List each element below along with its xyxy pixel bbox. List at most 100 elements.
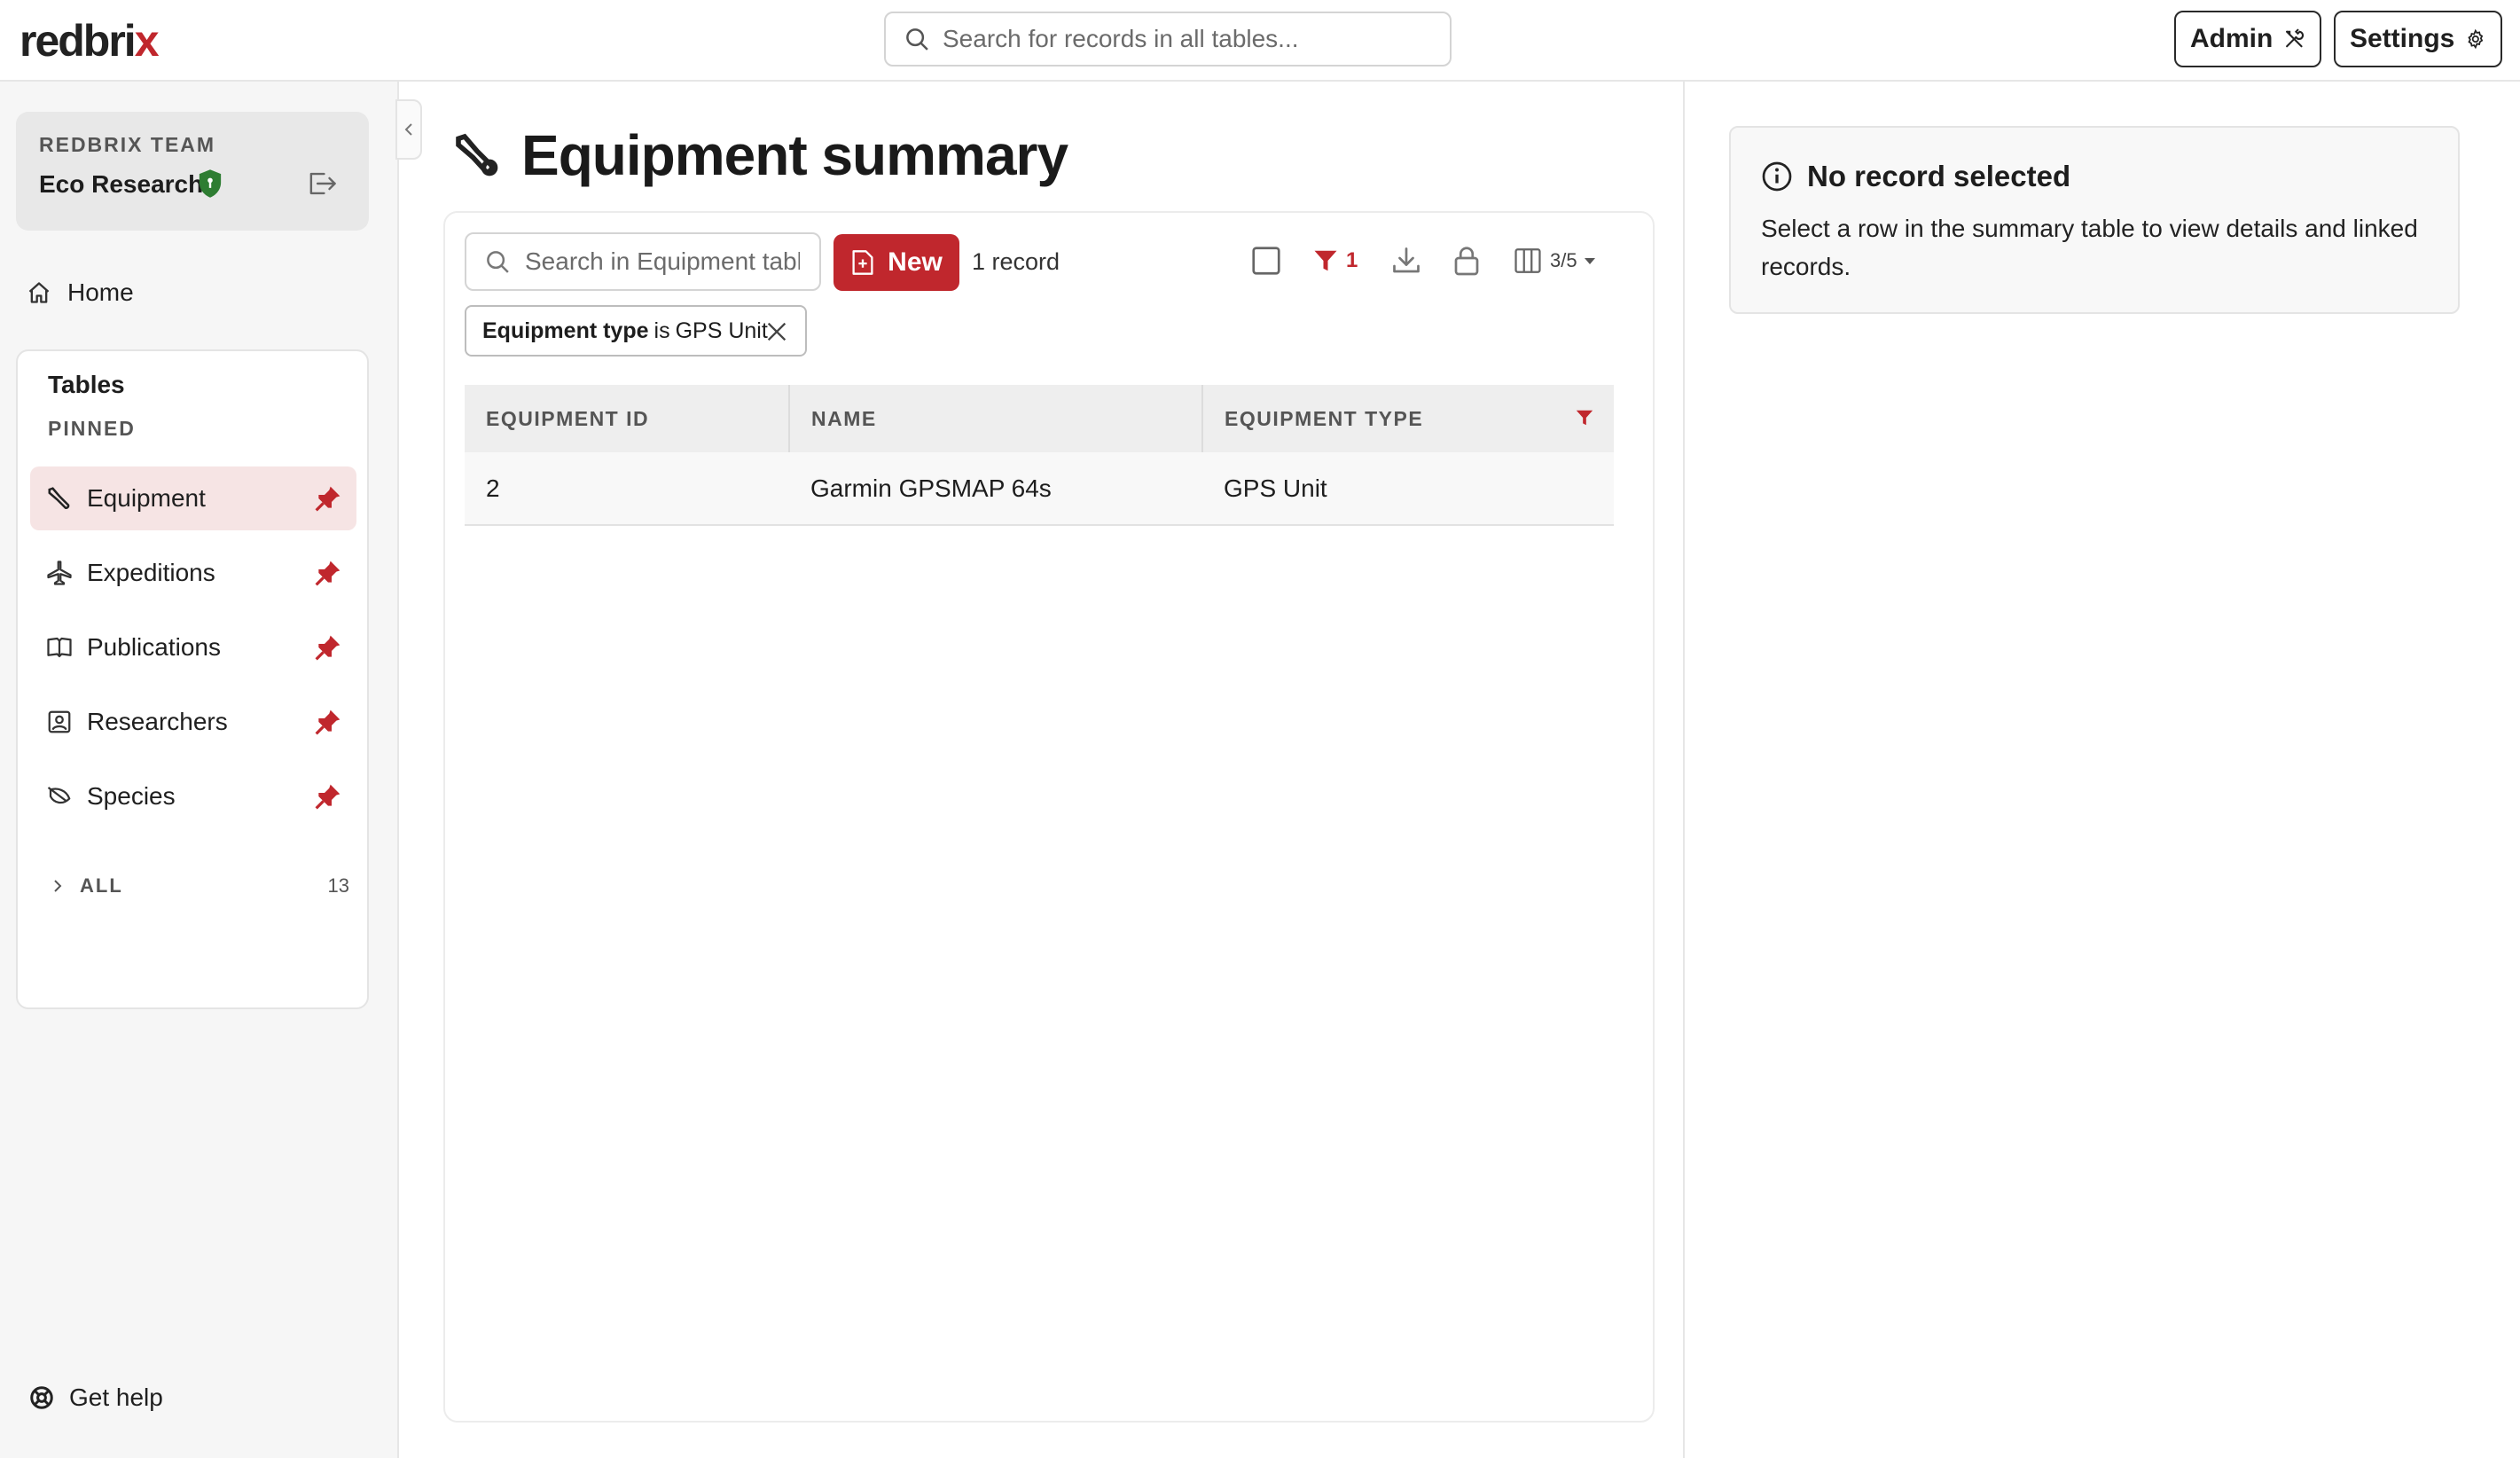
book-icon	[47, 637, 72, 658]
download-button[interactable]	[1390, 243, 1422, 278]
caret-down-icon	[1584, 258, 1595, 264]
global-search-input[interactable]	[943, 25, 1439, 53]
column-header-label: NAME	[811, 406, 877, 430]
all-label: ALL	[80, 874, 123, 897]
page-title: Equipment summary	[521, 123, 1068, 187]
no-record-text: Select a row in the summary table to vie…	[1761, 215, 2418, 280]
filter-operator: is	[653, 317, 670, 343]
logo-accent: x	[134, 16, 160, 66]
sidebar: REDBRIX TEAM Eco Research Home Tables PI…	[0, 82, 399, 1458]
table-row[interactable]: 2 Garmin GPSMAP 64s GPS Unit	[465, 452, 1614, 526]
filter-value: GPS Unit	[675, 317, 768, 343]
pin-icon[interactable]	[314, 559, 342, 587]
team-name: Eco Research	[39, 170, 204, 198]
active-filter-chip[interactable]: Equipment type is GPS Unit	[465, 305, 807, 357]
cell-equipment-type: GPS Unit	[1202, 452, 1614, 526]
team-card[interactable]: REDBRIX TEAM Eco Research	[16, 112, 369, 231]
logout-icon[interactable]	[307, 170, 337, 197]
no-record-title-row: No record selected	[1761, 160, 2070, 193]
all-count: 13	[327, 874, 349, 897]
collapse-sidebar-button[interactable]	[395, 99, 422, 160]
new-file-icon	[852, 250, 873, 275]
home-label: Home	[67, 278, 134, 306]
chevron-right-icon	[54, 880, 62, 892]
wrench-icon	[48, 487, 70, 509]
filter-icon[interactable]	[1575, 408, 1594, 427]
search-icon	[906, 28, 928, 51]
get-help-link[interactable]: Get help	[28, 1384, 163, 1412]
pin-icon[interactable]	[314, 484, 342, 513]
all-tables-toggle[interactable]: ALL 13	[50, 874, 349, 898]
shield-icon	[199, 169, 222, 198]
table-search-input[interactable]	[525, 247, 800, 276]
home-link[interactable]: Home	[27, 278, 134, 307]
get-help-label: Get help	[69, 1384, 163, 1411]
column-header-equipment-type[interactable]: EQUIPMENT TYPE	[1202, 385, 1614, 452]
sidebar-item-label: Publications	[87, 633, 221, 661]
top-bar: redbrix Admin Settings	[0, 0, 2520, 82]
tables-title: Tables	[48, 371, 125, 398]
filter-field: Equipment type	[482, 317, 649, 343]
airplane-icon	[47, 560, 72, 585]
filter-icon	[1314, 250, 1337, 271]
sidebar-item-equipment[interactable]: Equipment	[30, 466, 356, 530]
page-header: Equipment summary	[452, 122, 1068, 188]
pin-icon[interactable]	[314, 633, 342, 662]
pinned-label: PINNED	[48, 417, 136, 440]
pin-icon[interactable]	[314, 708, 342, 736]
cell-equipment-id: 2	[465, 452, 789, 526]
download-icon	[1393, 247, 1420, 273]
chevron-left-icon	[404, 123, 412, 136]
no-record-card: No record selected Select a row in the s…	[1729, 126, 2460, 314]
logo-text: redbri	[20, 16, 137, 66]
app-logo[interactable]: redbrix	[20, 16, 160, 66]
wrench-icon	[456, 133, 498, 176]
close-icon[interactable]	[764, 319, 789, 344]
global-search[interactable]	[884, 12, 1452, 67]
columns-count: 3/5	[1550, 249, 1577, 271]
team-label: REDBRIX TEAM	[39, 133, 216, 156]
sidebar-item-label: Species	[87, 782, 176, 810]
search-icon	[487, 251, 509, 273]
info-icon	[1762, 161, 1792, 192]
select-all-checkbox[interactable]	[1250, 243, 1282, 278]
equipment-table: EQUIPMENT ID NAME EQUIPMENT TYPE 2 Garmi…	[465, 385, 1614, 526]
tools-icon	[2286, 28, 2305, 48]
record-count: 1 record	[972, 248, 1060, 275]
no-record-title: No record selected	[1807, 160, 2071, 192]
checkbox-icon	[1252, 247, 1280, 275]
admin-button-label: Admin	[2190, 24, 2273, 53]
admin-button[interactable]: Admin	[2174, 11, 2321, 67]
pin-icon[interactable]	[314, 782, 342, 811]
columns-icon	[1514, 248, 1541, 273]
settings-button[interactable]: Settings	[2334, 11, 2502, 67]
gear-icon	[2468, 28, 2484, 50]
sidebar-item-publications[interactable]: Publications	[30, 615, 356, 679]
tables-card	[16, 349, 369, 1009]
person-badge-icon	[48, 710, 71, 733]
lock-button[interactable]	[1451, 243, 1483, 278]
sidebar-item-species[interactable]: Species	[30, 764, 356, 828]
leaf-icon	[47, 787, 71, 804]
cell-name: Garmin GPSMAP 64s	[789, 452, 1202, 526]
column-header-equipment-id[interactable]: EQUIPMENT ID	[465, 385, 790, 452]
columns-button[interactable]: 3/5	[1513, 243, 1604, 278]
lock-icon	[1454, 247, 1479, 276]
sidebar-item-expeditions[interactable]: Expeditions	[30, 541, 356, 605]
filter-button[interactable]: 1	[1312, 243, 1358, 278]
new-record-label: New	[888, 247, 943, 277]
home-icon	[28, 282, 50, 303]
column-header-label: EQUIPMENT ID	[486, 406, 650, 430]
column-header-name[interactable]: NAME	[789, 385, 1203, 452]
sidebar-item-label: Expeditions	[87, 559, 215, 586]
column-header-label: EQUIPMENT TYPE	[1225, 406, 1424, 430]
table-header-row: EQUIPMENT ID NAME EQUIPMENT TYPE	[465, 385, 1614, 452]
filter-count: 1	[1346, 248, 1358, 272]
sidebar-item-label: Equipment	[87, 484, 206, 512]
new-record-button[interactable]: New	[833, 234, 959, 291]
settings-button-label: Settings	[2350, 24, 2455, 53]
table-search[interactable]	[465, 232, 821, 291]
lifebuoy-icon	[30, 1386, 53, 1409]
sidebar-item-label: Researchers	[87, 708, 228, 735]
sidebar-item-researchers[interactable]: Researchers	[30, 690, 356, 754]
